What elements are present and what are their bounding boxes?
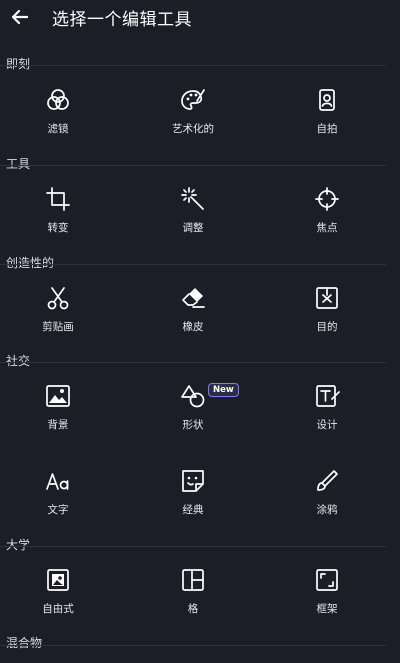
- text-aa-icon: [46, 473, 69, 490]
- cut-image-icon: [316, 287, 338, 309]
- tool-label: 设计: [316, 419, 338, 431]
- tool-label: 背景: [47, 419, 69, 431]
- tool-filters[interactable]: 滤镜: [13, 87, 103, 145]
- sticker-icon: [182, 470, 204, 492]
- tool-free[interactable]: 自由式: [13, 567, 103, 625]
- tool-selfie[interactable]: 自拍: [282, 87, 372, 145]
- section-title-college: 大学: [6, 538, 31, 552]
- tool-doodle[interactable]: 涂鸦: [282, 468, 372, 526]
- magic-wand-icon: [181, 187, 204, 210]
- tool-label: 剪贴画: [42, 321, 74, 333]
- tool-label: 滤镜: [47, 123, 69, 135]
- arrow-left-icon: [11, 9, 29, 25]
- section-title-social: 社交: [6, 354, 31, 368]
- tool-label: 转变: [47, 222, 69, 234]
- section-divider: [0, 546, 386, 547]
- tool-eraser[interactable]: 橡皮: [148, 285, 238, 343]
- crosshair-icon: [315, 187, 339, 211]
- frame-icon: [316, 569, 338, 591]
- tool-label: 形状: [182, 419, 204, 431]
- tool-design[interactable]: 设计: [282, 383, 372, 441]
- crop-icon: [46, 187, 70, 211]
- tool-grid[interactable]: 格: [148, 567, 238, 625]
- selfie-icon: [319, 89, 335, 111]
- tool-transform[interactable]: 转变: [13, 186, 103, 244]
- section-divider: [0, 362, 386, 363]
- eraser-icon: [182, 288, 205, 308]
- section-title-creative: 创造性的: [6, 256, 55, 270]
- tool-label: 调整: [182, 222, 204, 234]
- image-icon: [46, 385, 70, 407]
- tool-purpose[interactable]: 目的: [282, 285, 372, 343]
- top-bar: 选择一个编辑工具: [0, 0, 400, 34]
- shapes-icon: [181, 385, 205, 408]
- new-badge: New: [208, 383, 239, 397]
- tool-focus[interactable]: 焦点: [282, 186, 372, 244]
- tool-label: 文字: [47, 504, 69, 516]
- tool-label: 橡皮: [182, 321, 204, 333]
- page-title: 选择一个编辑工具: [52, 9, 192, 30]
- scissors-icon: [47, 287, 69, 310]
- tool-label: 自拍: [316, 123, 338, 135]
- tool-sticker[interactable]: 经典: [148, 468, 238, 526]
- tool-label: 经典: [182, 504, 204, 516]
- back-button[interactable]: [6, 3, 34, 31]
- section-title-mix: 混合物: [6, 636, 43, 650]
- tool-label: 目的: [316, 321, 338, 333]
- filters-icon: [47, 89, 69, 110]
- section-title-instant: 即刻: [6, 57, 31, 71]
- tool-art[interactable]: 艺术化的: [148, 87, 238, 145]
- section-divider: [0, 645, 386, 646]
- tool-label: 自由式: [42, 603, 74, 615]
- section-divider: [0, 65, 386, 66]
- tool-text[interactable]: 文字: [13, 468, 103, 526]
- section-title-tools: 工具: [6, 157, 31, 171]
- tool-cutout[interactable]: 剪贴画: [13, 285, 103, 343]
- tool-frame[interactable]: 框架: [282, 567, 372, 625]
- tool-label: 涂鸦: [316, 504, 338, 516]
- tool-label: 格: [187, 603, 199, 615]
- grid-layout-icon: [182, 569, 204, 591]
- section-divider: [0, 165, 386, 166]
- tool-label: 艺术化的: [172, 123, 214, 135]
- freestyle-collage-icon: [47, 569, 69, 591]
- tool-label: 框架: [316, 603, 338, 615]
- tool-label: 焦点: [316, 222, 338, 234]
- section-divider: [0, 264, 386, 265]
- tool-adjust[interactable]: 调整: [148, 186, 238, 244]
- text-design-icon: [316, 385, 340, 407]
- palette-icon: [181, 89, 205, 110]
- tool-background[interactable]: 背景: [13, 383, 103, 441]
- brush-icon: [317, 470, 338, 491]
